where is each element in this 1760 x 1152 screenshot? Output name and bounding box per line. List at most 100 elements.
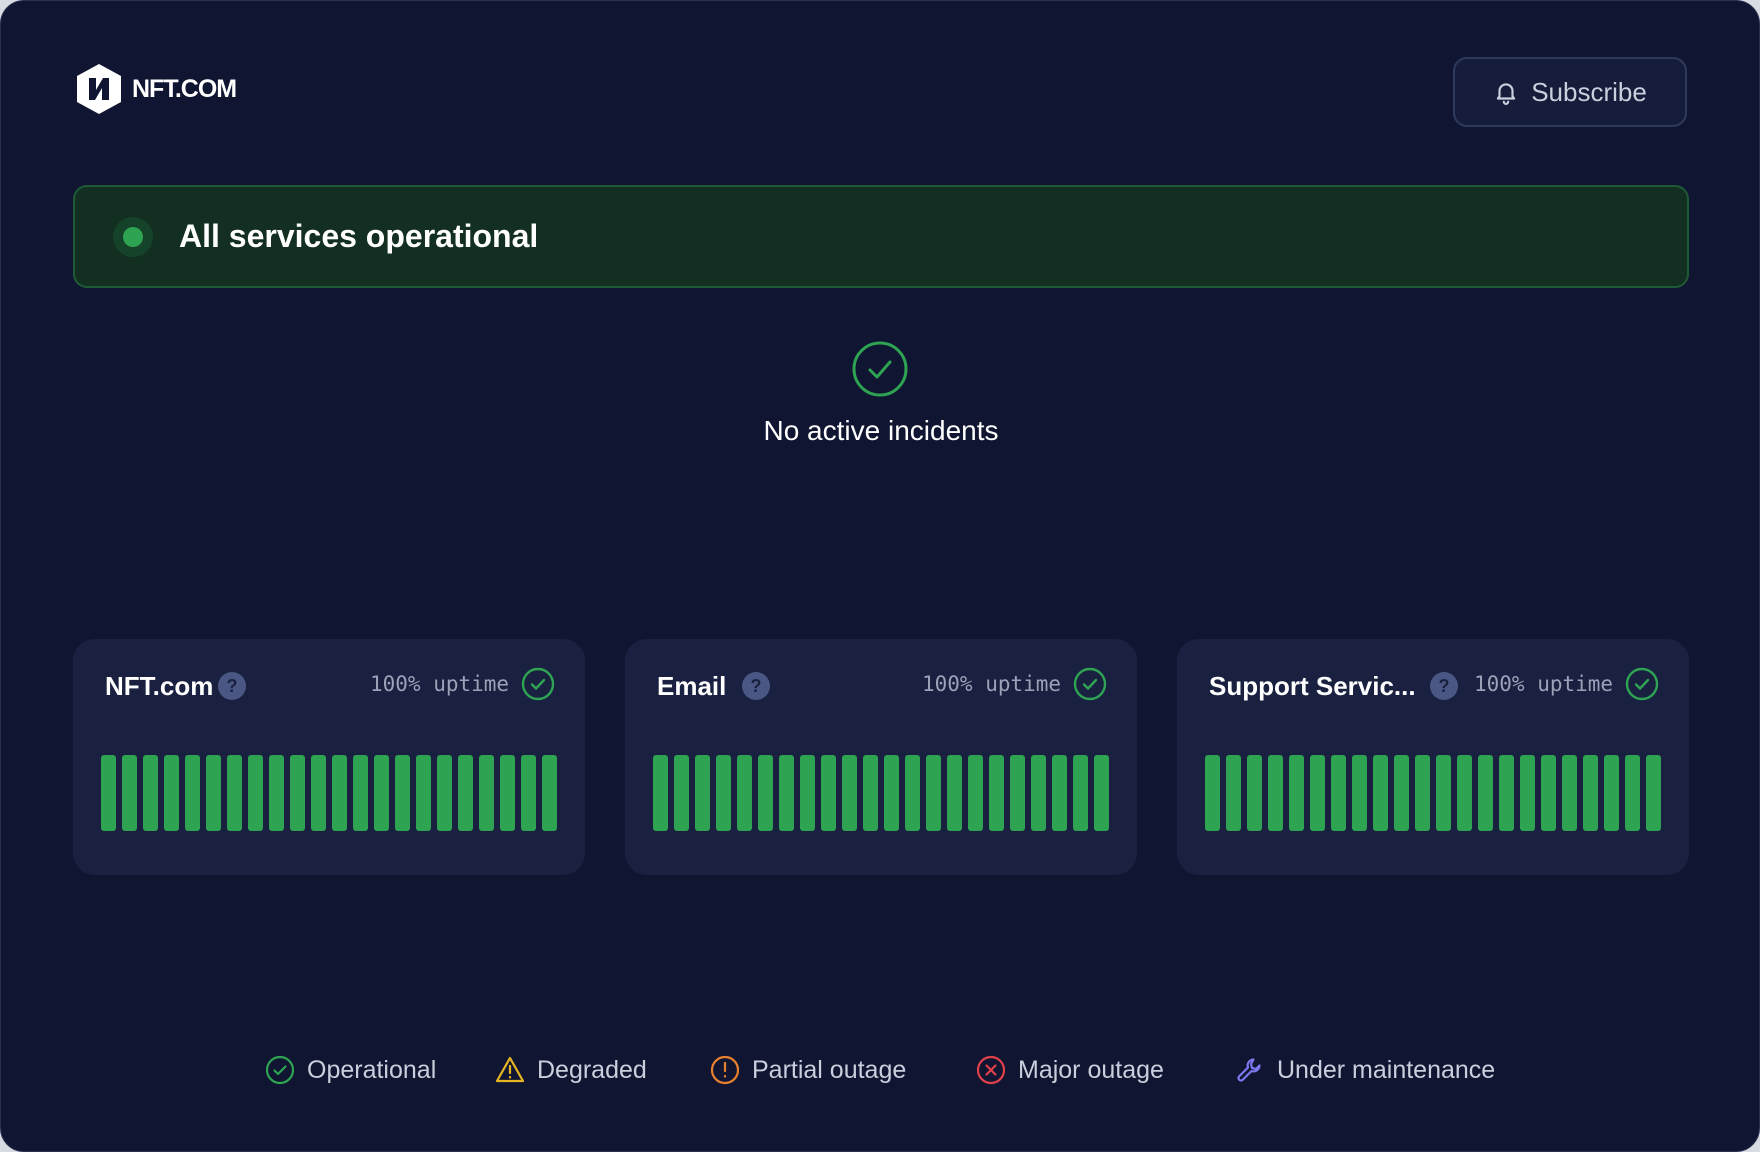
uptime-day-bar[interactable] [1289,755,1304,831]
legend-degraded: Degraded [495,1055,647,1085]
uptime-day-bar[interactable] [758,755,773,831]
legend-major-outage: Major outage [976,1055,1164,1085]
uptime-day-bar[interactable] [1646,755,1661,831]
nft-logo-icon [77,64,121,114]
uptime-day-bar[interactable] [1499,755,1514,831]
uptime-day-bar[interactable] [947,755,962,831]
status-page: NFT.COM Subscribe All services operation… [0,0,1760,1152]
uptime-day-bar[interactable] [269,755,284,831]
uptime-day-bar[interactable] [185,755,200,831]
uptime-day-bar[interactable] [1625,755,1640,831]
uptime-day-bar[interactable] [395,755,410,831]
uptime-day-bar[interactable] [653,755,668,831]
check-circle-icon [521,667,555,701]
uptime-day-bar[interactable] [1520,755,1535,831]
uptime-day-bar[interactable] [674,755,689,831]
uptime-day-bar[interactable] [521,755,536,831]
uptime-day-bar[interactable] [122,755,137,831]
uptime-bars [101,755,557,831]
legend-label: Under maintenance [1277,1055,1496,1084]
no-incidents-text: No active incidents [763,415,999,446]
service-card-email: Email ? 100% uptime [625,639,1137,875]
uptime-day-bar[interactable] [311,755,326,831]
legend-partial-outage: Partial outage [710,1055,906,1085]
uptime-day-bar[interactable] [479,755,494,831]
help-icon[interactable]: ? [742,672,770,700]
uptime-day-bar[interactable] [1226,755,1241,831]
uptime-day-bar[interactable] [884,755,899,831]
service-name: NFT.com [105,671,214,701]
uptime-day-bar[interactable] [1031,755,1046,831]
uptime-day-bar[interactable] [353,755,368,831]
uptime-day-bar[interactable] [1352,755,1367,831]
uptime-day-bar[interactable] [779,755,794,831]
uptime-day-bar[interactable] [101,755,116,831]
status-dot-icon [113,216,153,257]
uptime-day-bar[interactable] [374,755,389,831]
status-banner: All services operational [73,185,1689,288]
uptime-label: 100% uptime [1474,672,1614,696]
uptime-day-bar[interactable] [206,755,221,831]
uptime-day-bar[interactable] [821,755,836,831]
uptime-day-bar[interactable] [695,755,710,831]
uptime-day-bar[interactable] [1436,755,1451,831]
uptime-day-bar[interactable] [1268,755,1283,831]
uptime-day-bar[interactable] [1010,755,1025,831]
uptime-day-bar[interactable] [1583,755,1598,831]
uptime-day-bar[interactable] [437,755,452,831]
uptime-day-bar[interactable] [1310,755,1325,831]
uptime-day-bar[interactable] [1373,755,1388,831]
legend-label: Degraded [537,1055,647,1084]
uptime-day-bar[interactable] [416,755,431,831]
help-icon[interactable]: ? [218,672,246,700]
service-card-nft: NFT.com ? 100% uptime [73,639,585,875]
subscribe-button[interactable]: Subscribe [1453,57,1687,127]
check-circle-icon [1073,667,1107,701]
uptime-day-bar[interactable] [332,755,347,831]
uptime-bars [653,755,1109,831]
uptime-day-bar[interactable] [1415,755,1430,831]
check-circle-icon [852,341,908,397]
uptime-day-bar[interactable] [164,755,179,831]
uptime-day-bar[interactable] [1604,755,1619,831]
uptime-bars [1205,755,1661,831]
uptime-day-bar[interactable] [926,755,941,831]
uptime-day-bar[interactable] [1457,755,1472,831]
status-legend: Operational Degraded Partial outage Majo… [1,1055,1759,1089]
uptime-day-bar[interactable] [737,755,752,831]
uptime-day-bar[interactable] [1562,755,1577,831]
legend-label: Partial outage [752,1055,907,1084]
uptime-day-bar[interactable] [1073,755,1088,831]
uptime-day-bar[interactable] [143,755,158,831]
uptime-day-bar[interactable] [1052,755,1067,831]
uptime-day-bar[interactable] [248,755,263,831]
help-icon[interactable]: ? [1430,672,1458,700]
uptime-day-bar[interactable] [500,755,515,831]
uptime-day-bar[interactable] [1541,755,1556,831]
uptime-day-bar[interactable] [542,755,557,831]
warning-triangle-icon [495,1056,525,1083]
legend-label: Major outage [1018,1055,1164,1084]
uptime-day-bar[interactable] [863,755,878,831]
uptime-day-bar[interactable] [1478,755,1493,831]
service-card-support: Support Servic... ? 100% uptime [1177,639,1689,875]
status-banner-text: All services operational [179,218,539,254]
uptime-day-bar[interactable] [905,755,920,831]
uptime-day-bar[interactable] [716,755,731,831]
uptime-day-bar[interactable] [1331,755,1346,831]
uptime-day-bar[interactable] [227,755,242,831]
uptime-day-bar[interactable] [800,755,815,831]
uptime-day-bar[interactable] [989,755,1004,831]
logo-text: NFT.COM [132,74,237,103]
uptime-day-bar[interactable] [290,755,305,831]
uptime-day-bar[interactable] [458,755,473,831]
uptime-day-bar[interactable] [1094,755,1109,831]
service-name: Email [657,671,727,701]
uptime-day-bar[interactable] [1205,755,1220,831]
legend-maintenance: Under maintenance [1235,1055,1495,1085]
uptime-day-bar[interactable] [968,755,983,831]
uptime-day-bar[interactable] [842,755,857,831]
uptime-day-bar[interactable] [1394,755,1409,831]
uptime-day-bar[interactable] [1247,755,1262,831]
logo[interactable]: NFT.COM [72,62,237,116]
